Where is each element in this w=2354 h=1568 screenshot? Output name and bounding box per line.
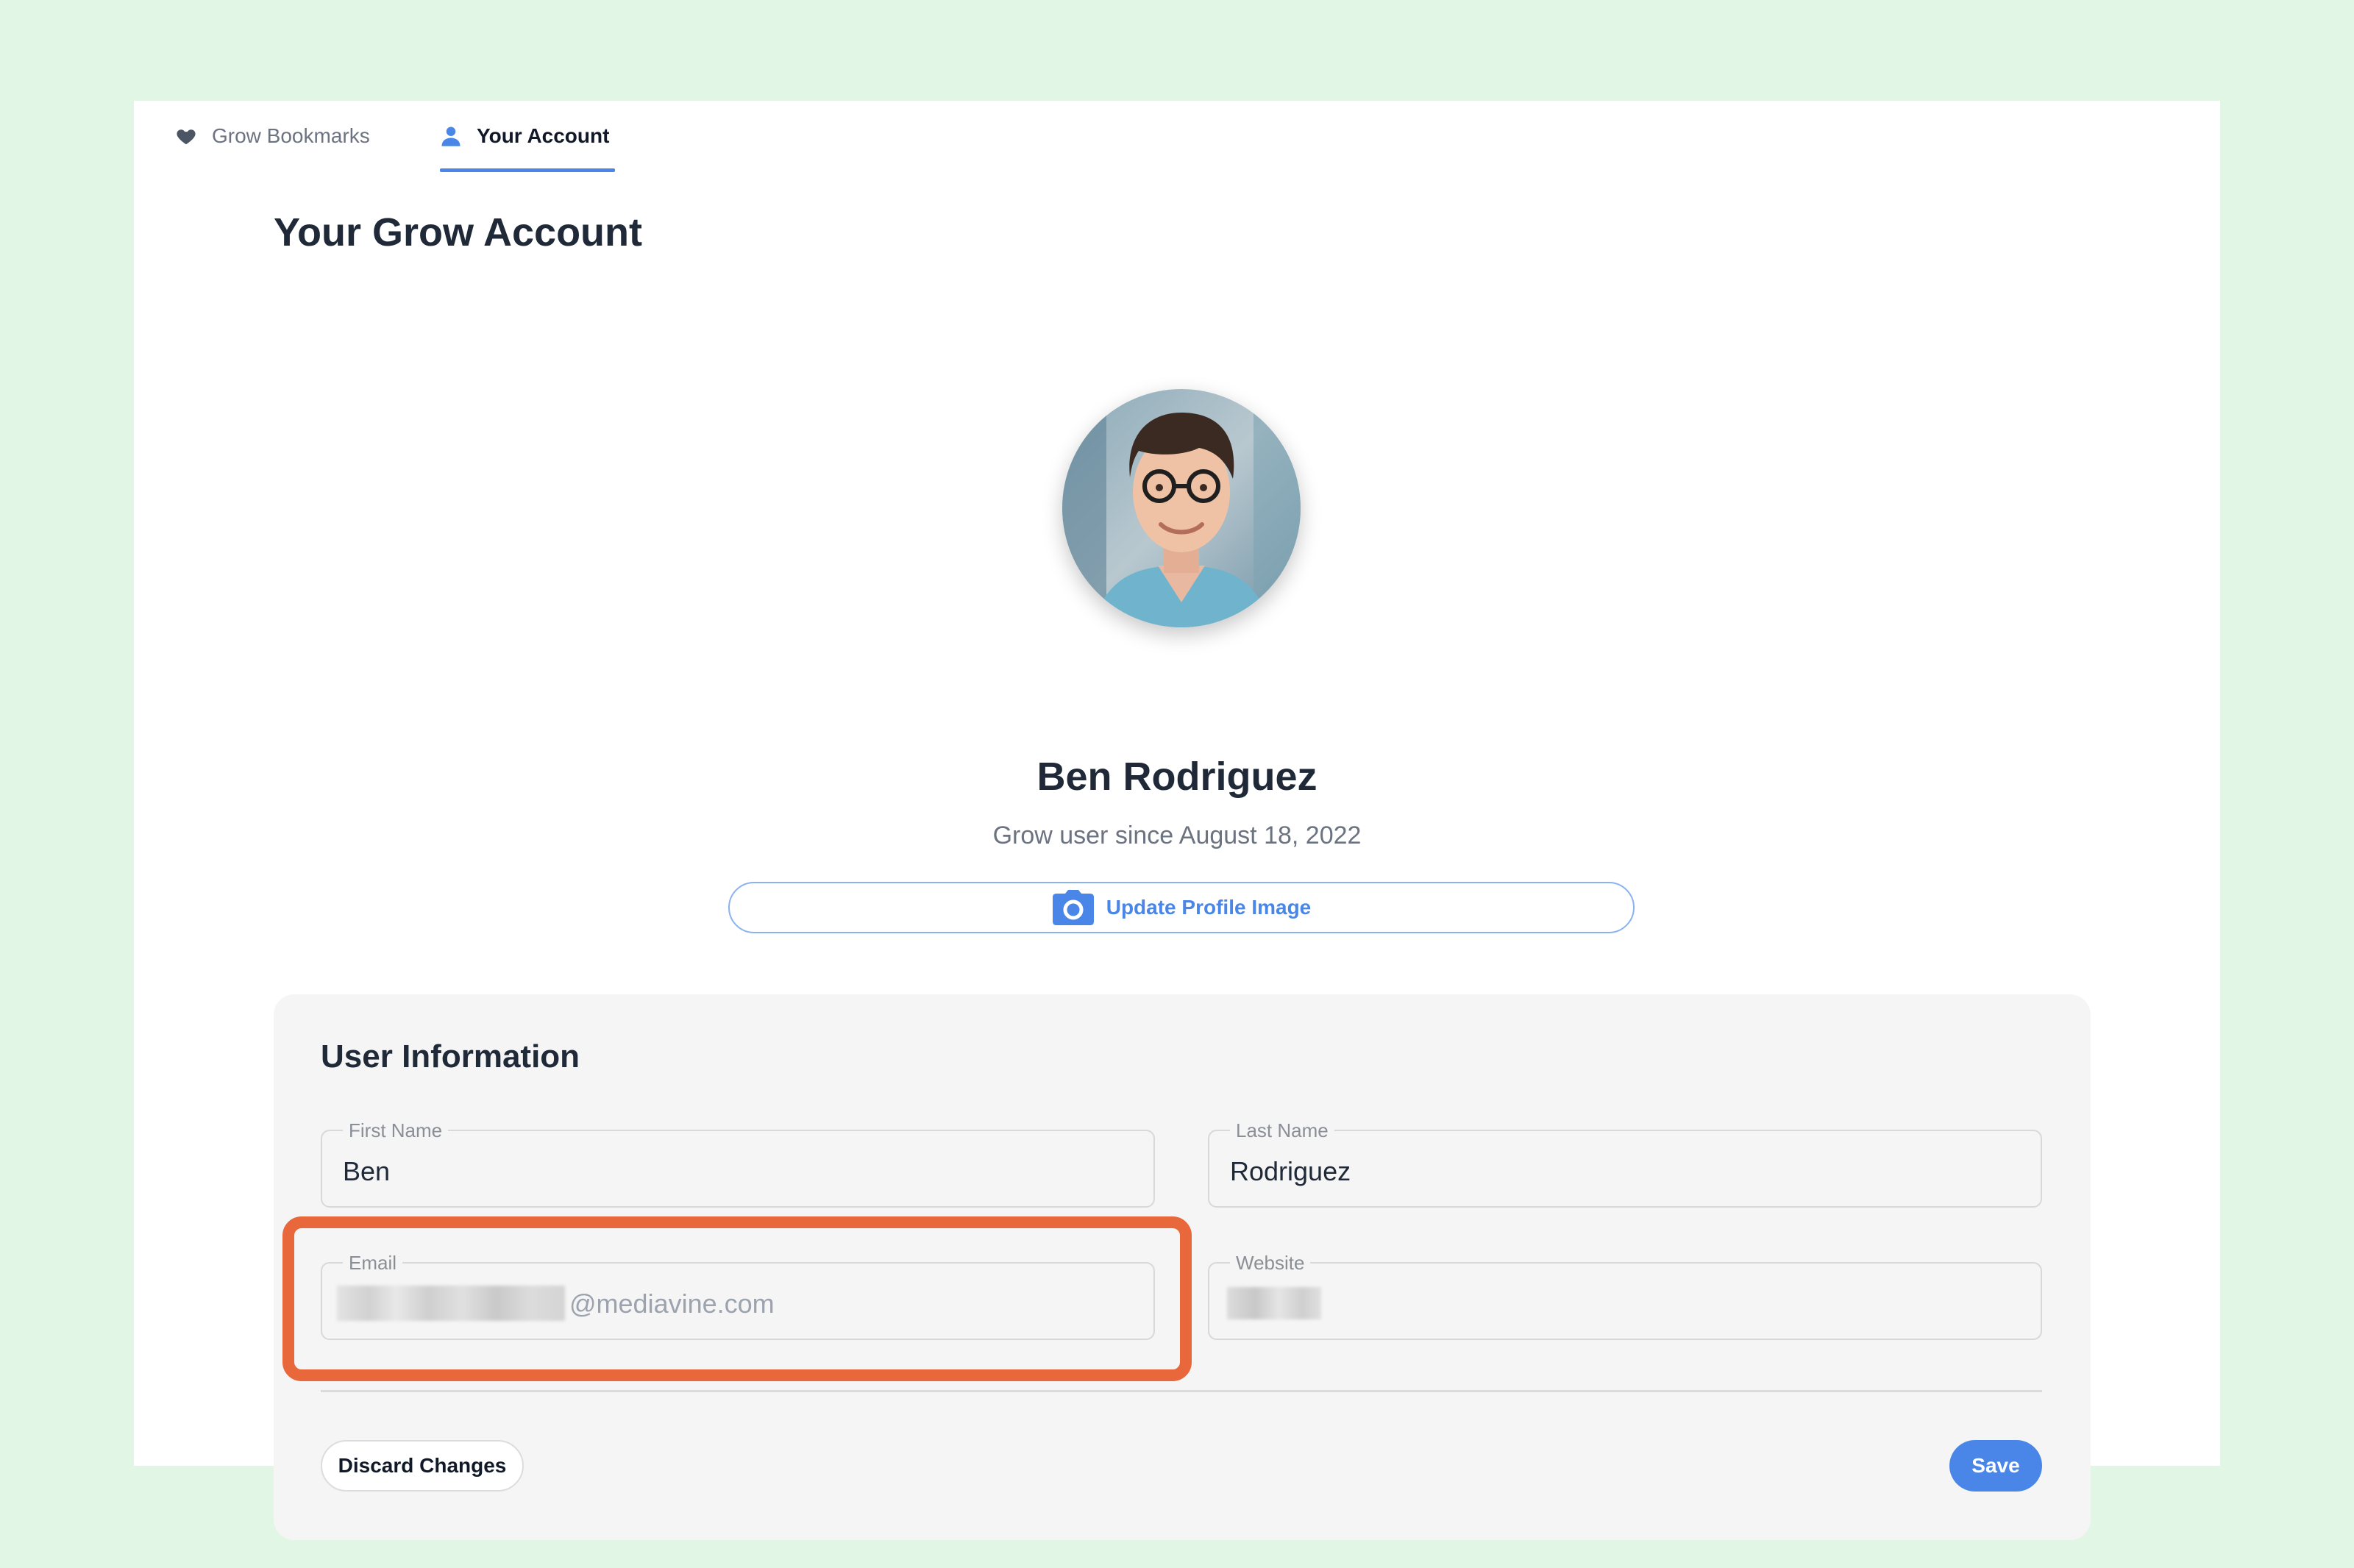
page-title: Your Grow Account <box>274 210 643 254</box>
update-profile-image-button[interactable]: Update Profile Image <box>728 882 1635 933</box>
active-tab-indicator <box>440 168 615 172</box>
user-information-title: User Information <box>321 1038 580 1075</box>
first-name-input[interactable] <box>343 1156 1078 1187</box>
heart-icon <box>175 125 197 147</box>
divider <box>321 1390 2042 1392</box>
last-name-input[interactable] <box>1230 1156 1966 1187</box>
avatar <box>1062 389 1301 627</box>
save-button[interactable]: Save <box>1949 1440 2042 1492</box>
member-since: Grow user since August 18, 2022 <box>992 822 1362 849</box>
user-icon <box>440 125 462 147</box>
discard-changes-button[interactable]: Discard Changes <box>321 1440 524 1492</box>
website-label: Website <box>1230 1252 1311 1275</box>
tab-your-account[interactable]: Your Account <box>440 101 609 171</box>
redacted-email-username <box>337 1286 565 1321</box>
website-field[interactable]: Website <box>1208 1252 2042 1340</box>
email-label: Email <box>343 1252 403 1275</box>
profile-name: Ben Rodriguez <box>1036 755 1318 799</box>
update-profile-image-label: Update Profile Image <box>1106 896 1312 919</box>
tab-grow-bookmarks[interactable]: Grow Bookmarks <box>175 101 370 171</box>
user-information-card: User Information First Name Last Name Em… <box>274 994 2091 1540</box>
tab-label: Grow Bookmarks <box>212 124 370 147</box>
first-name-field[interactable]: First Name <box>321 1119 1155 1208</box>
last-name-field[interactable]: Last Name <box>1208 1119 2042 1208</box>
camera-icon <box>1052 889 1095 926</box>
account-panel: Grow Bookmarks Your Account Your Grow Ac… <box>134 101 2220 1540</box>
last-name-label: Last Name <box>1230 1119 1334 1142</box>
email-domain: @mediavine.com <box>569 1289 775 1319</box>
tab-bar: Grow Bookmarks Your Account <box>134 101 2220 174</box>
tab-label: Your Account <box>477 124 610 147</box>
redacted-website-value <box>1227 1287 1321 1319</box>
email-field: Email @mediavine.com <box>321 1252 1155 1340</box>
first-name-label: First Name <box>343 1119 449 1142</box>
